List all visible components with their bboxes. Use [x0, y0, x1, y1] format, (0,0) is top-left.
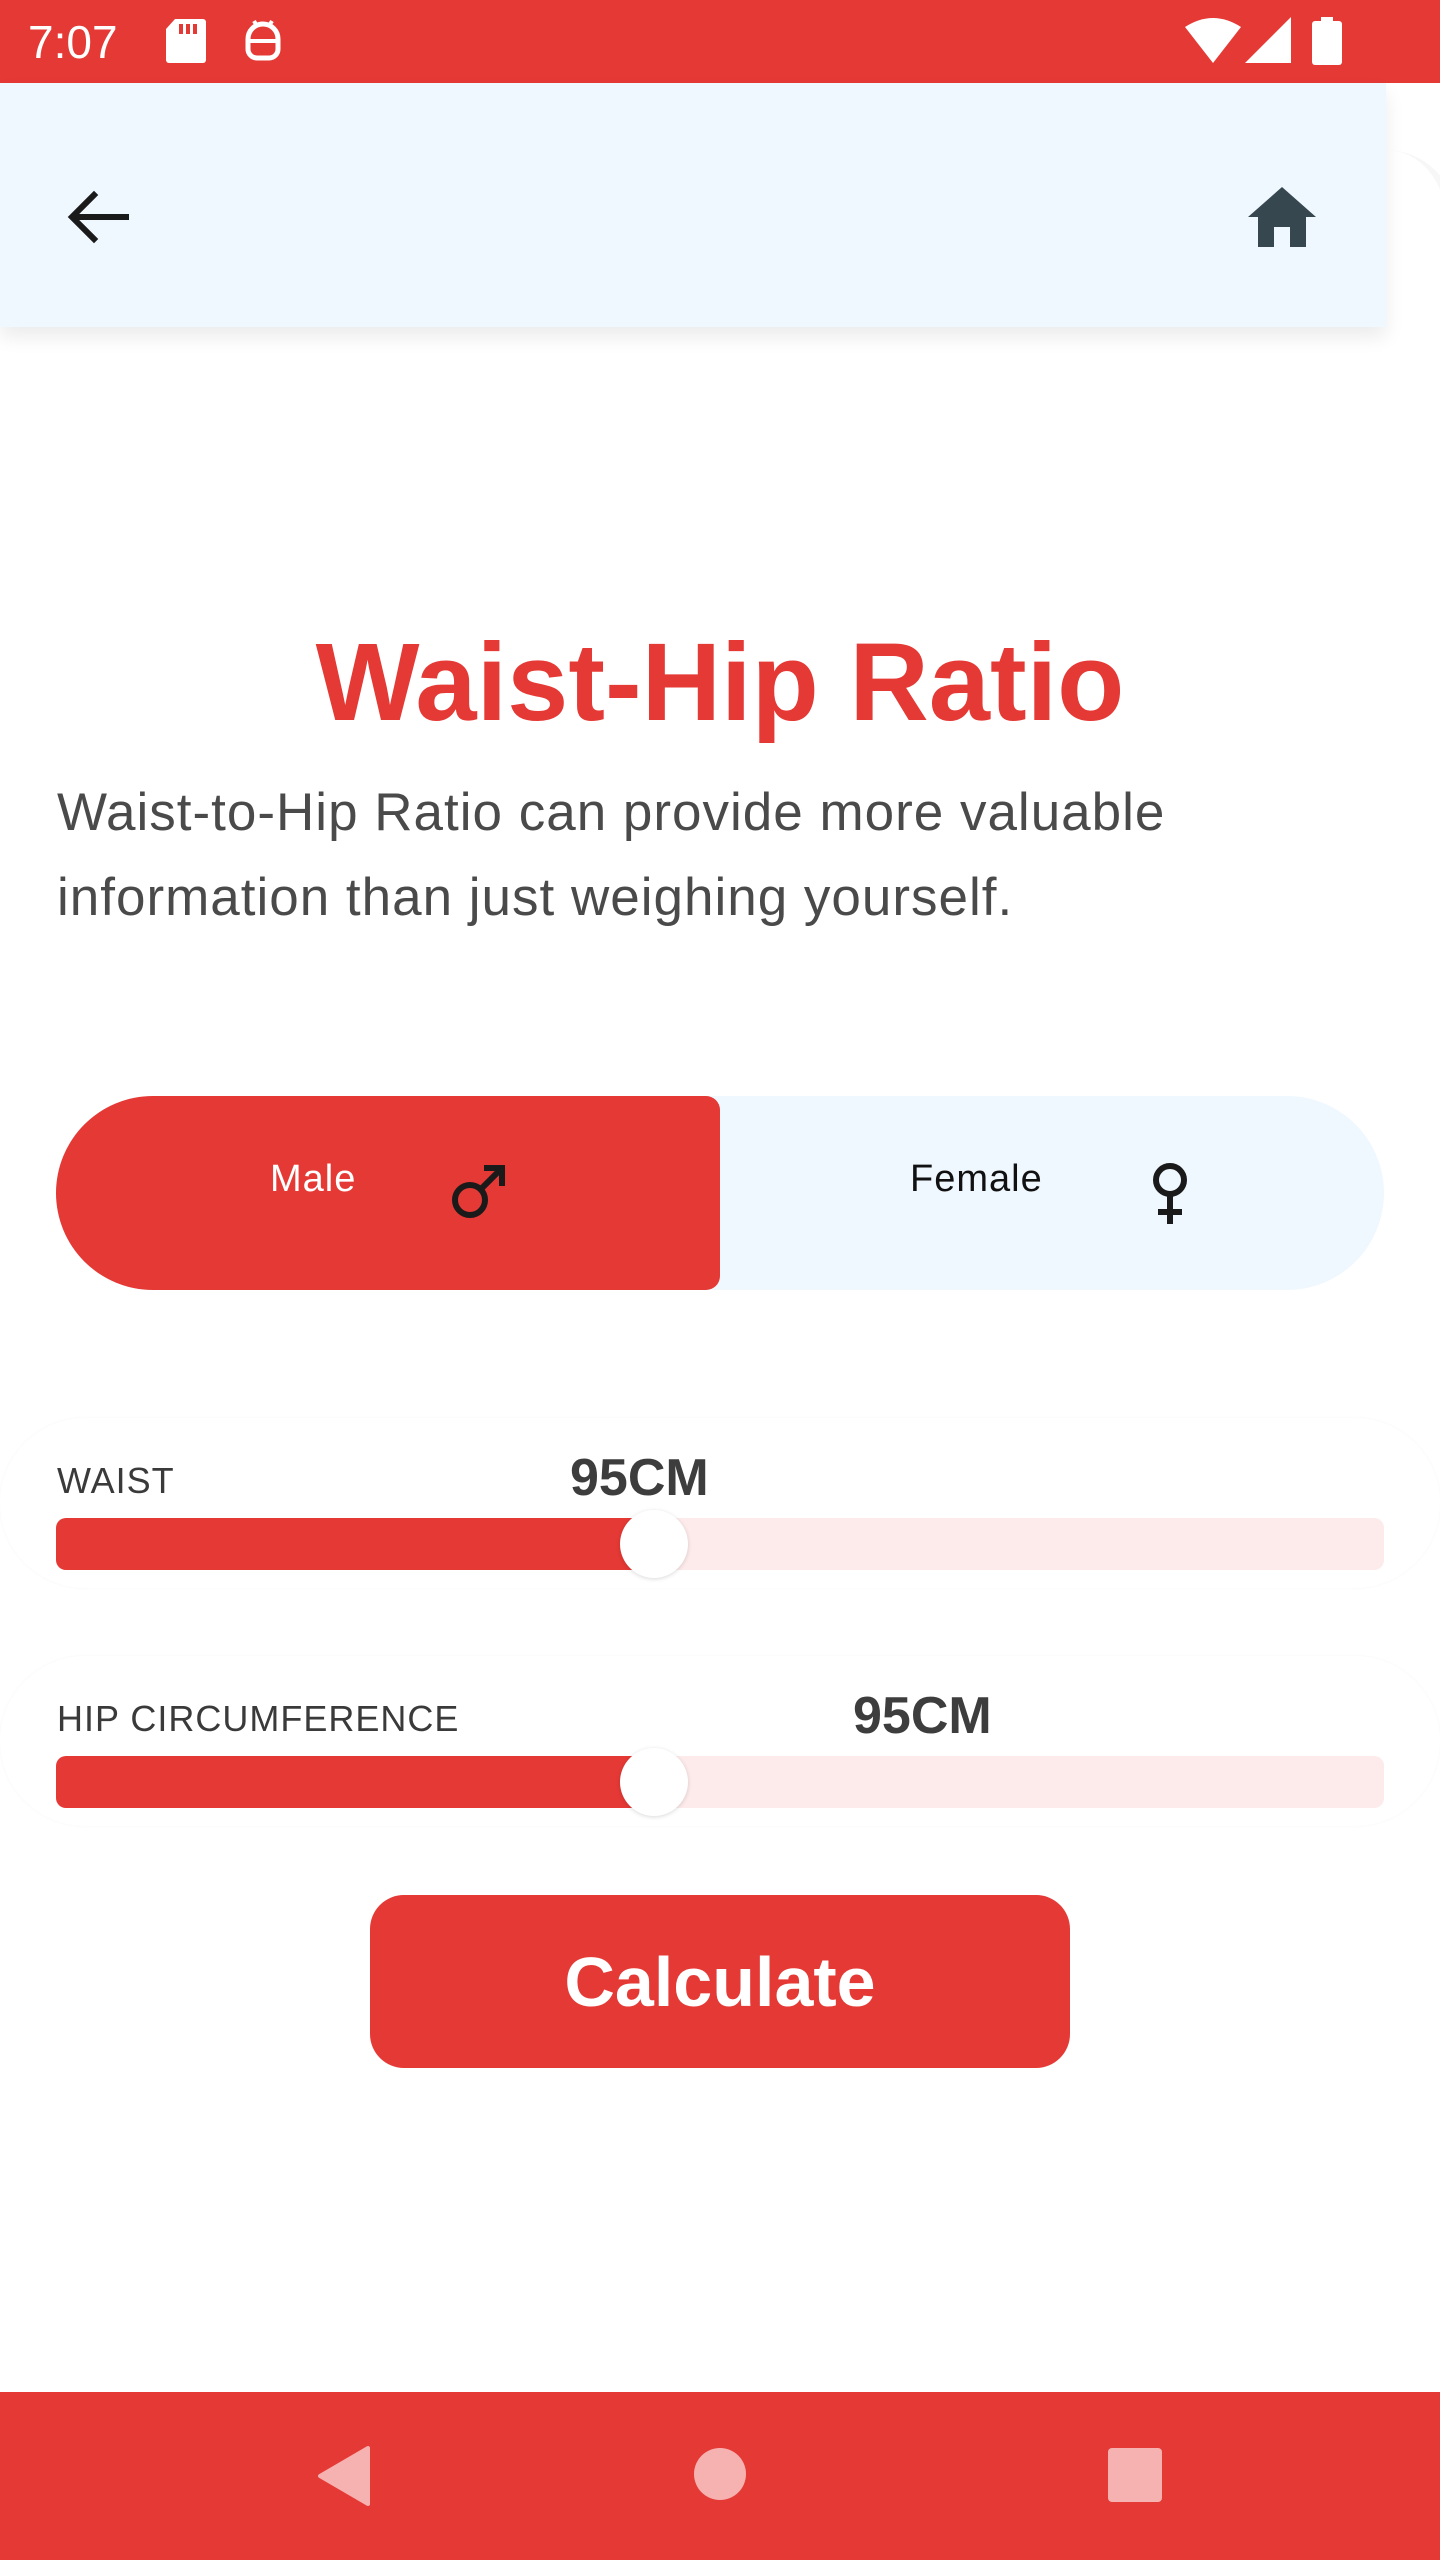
male-option-button[interactable]: Male [56, 1096, 720, 1290]
recents-square-icon[interactable] [1108, 2448, 1162, 2502]
arrow-left-icon [67, 190, 129, 244]
back-button[interactable] [56, 175, 140, 259]
home-icon [1248, 187, 1316, 247]
battery-icon [1312, 17, 1342, 65]
home-button[interactable] [1240, 175, 1324, 259]
status-bar: 7:07 [0, 0, 1440, 83]
android-debug-icon [245, 19, 281, 61]
male-label: Male [270, 1158, 357, 1200]
back-triangle-icon[interactable] [316, 2446, 372, 2506]
hip-slider-fill [56, 1756, 654, 1808]
hip-value: 95CM [853, 1687, 992, 1745]
system-nav-bar [0, 2392, 1440, 2560]
waist-slider-card: WAIST 95CM [0, 1418, 1440, 1588]
waist-slider[interactable] [56, 1510, 1384, 1578]
waist-value: 95CM [570, 1449, 709, 1507]
waist-slider-fill [56, 1518, 654, 1570]
home-circle-icon[interactable] [692, 2446, 748, 2502]
hip-label: HIP CIRCUMFERENCE [57, 1698, 460, 1739]
page-description: Waist-to-Hip Ratio can provide more valu… [57, 783, 1166, 927]
male-symbol-icon [452, 1165, 505, 1218]
female-symbol-icon [1153, 1163, 1187, 1224]
hip-slider-thumb[interactable] [620, 1748, 688, 1816]
wifi-icon [1185, 18, 1241, 63]
app-bar [0, 83, 1386, 327]
calculate-button[interactable]: Calculate [370, 1895, 1070, 2068]
sd-card-icon [166, 19, 206, 63]
page-title: Waist-Hip Ratio [315, 621, 1125, 744]
cell-signal-icon [1245, 17, 1291, 63]
status-time: 7:07 [28, 16, 118, 68]
female-label: Female [910, 1158, 1043, 1200]
waist-slider-thumb[interactable] [620, 1510, 688, 1578]
background-curve [1386, 150, 1440, 350]
waist-label: WAIST [57, 1460, 175, 1501]
female-option-button[interactable]: Female [720, 1096, 1384, 1290]
hip-slider-card: HIP CIRCUMFERENCE 95CM [0, 1656, 1440, 1826]
hip-slider[interactable] [56, 1748, 1384, 1816]
